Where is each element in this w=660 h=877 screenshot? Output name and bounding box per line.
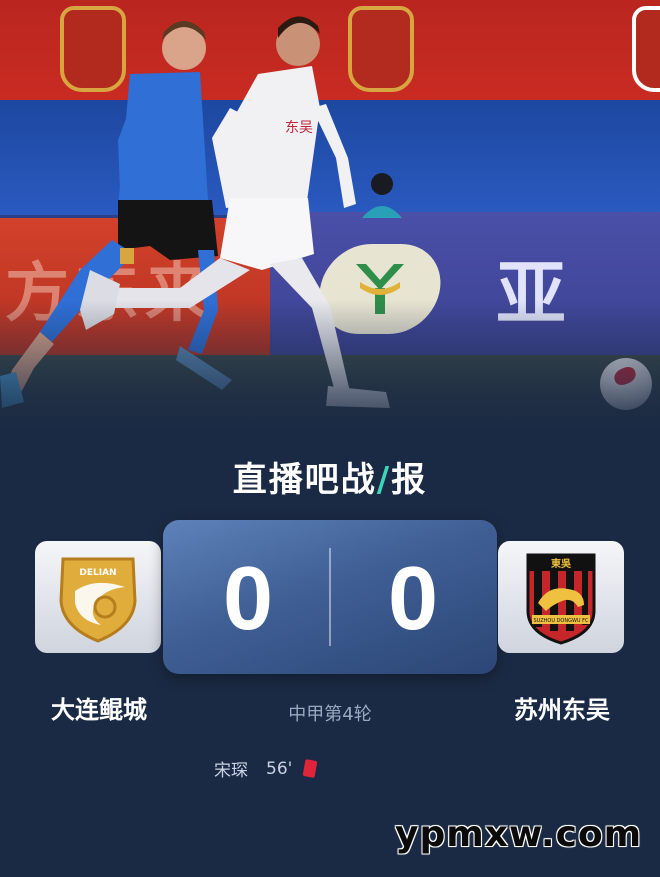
away-team-crest-text: 東吳 <box>551 557 572 570</box>
hero-fade-overlay <box>0 300 660 430</box>
jersey-sponsor-text: 东吴 <box>285 120 313 136</box>
event-minute: 56' <box>266 758 293 779</box>
brand-title-part: 报 <box>391 460 428 500</box>
score-panel: 0 0 <box>163 520 497 674</box>
home-score: 0 <box>222 549 274 649</box>
home-team-badge-card[interactable]: DELIAN <box>35 541 161 653</box>
away-team-crest-subtext: SUZHOU DONGWU FC <box>533 618 589 624</box>
brand-title-part: 直播吧战 <box>232 460 377 500</box>
score-divider <box>329 548 331 646</box>
hero-photo: 方东来 亚细 东吴 <box>0 0 660 430</box>
stadium-banner-logo <box>632 6 660 92</box>
home-team-crest-text: DELIAN <box>79 568 116 578</box>
home-team-crest-icon: DELIAN <box>59 557 137 643</box>
away-team-name[interactable]: 苏州东吴 <box>477 690 647 725</box>
brand-title: 直播吧战/报 <box>0 452 660 501</box>
away-score: 0 <box>387 549 439 649</box>
red-card-icon <box>302 759 318 778</box>
home-team-name[interactable]: 大连鲲城 <box>14 690 184 725</box>
match-event-row: 宋琛 56' <box>214 756 318 781</box>
match-round: 中甲第4轮 <box>288 704 372 725</box>
brand-title-slash: / <box>376 460 392 500</box>
away-team-crest-icon: 東吳 SUZHOU DONGWU FC <box>526 553 596 645</box>
away-team-badge-card[interactable]: 東吳 SUZHOU DONGWU FC <box>498 541 624 653</box>
event-player-name: 宋琛 <box>214 761 248 781</box>
watermark-text: ypmxw.com <box>395 814 643 855</box>
